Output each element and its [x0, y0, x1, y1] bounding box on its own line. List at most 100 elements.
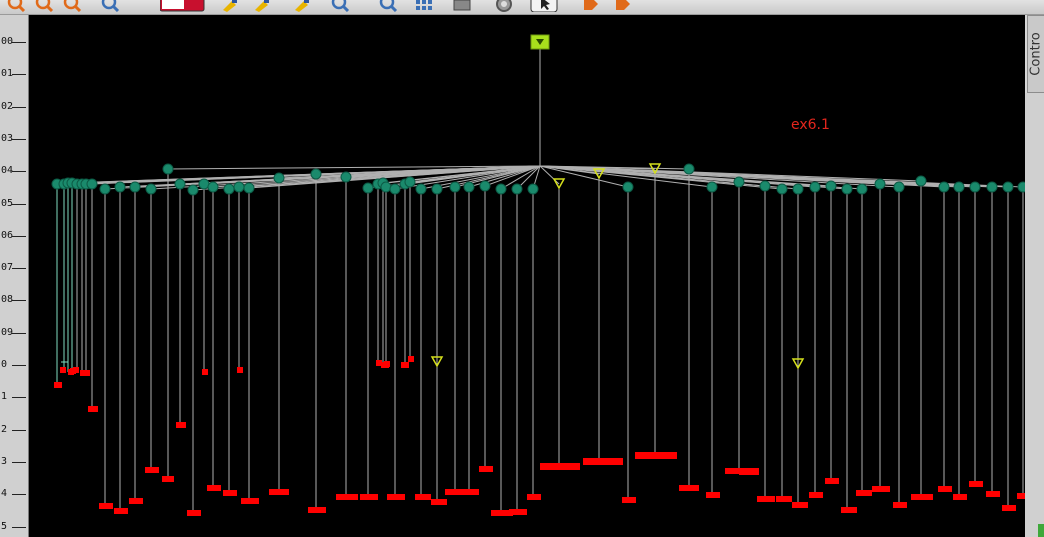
internal-node[interactable]: [511, 183, 523, 195]
internal-node[interactable]: [792, 183, 804, 195]
internal-node[interactable]: [893, 181, 905, 193]
tree-drawing[interactable]: [29, 15, 1025, 537]
internal-node[interactable]: [527, 183, 539, 195]
ruler-tick-label: 0: [1, 359, 8, 370]
leaf-label: [415, 494, 431, 500]
grid-layout-icon[interactable]: [414, 0, 434, 12]
internal-node[interactable]: [683, 163, 695, 175]
leaf-label: [825, 478, 839, 484]
internal-node[interactable]: [479, 180, 491, 192]
internal-node[interactable]: [389, 183, 401, 195]
leaf-label: [269, 489, 289, 495]
internal-node[interactable]: [380, 181, 392, 193]
internal-node[interactable]: [706, 181, 718, 193]
internal-node[interactable]: [198, 178, 210, 190]
leaf-label: [431, 499, 447, 505]
ruler-tick-label: 5: [1, 520, 8, 532]
internal-node[interactable]: [856, 183, 868, 195]
leaf-label-cluster: [540, 463, 580, 470]
internal-node[interactable]: [841, 183, 853, 195]
leaf-label: [360, 494, 378, 500]
color-scheme-icon[interactable]: [160, 0, 206, 12]
internal-node[interactable]: [733, 176, 745, 188]
print-icon[interactable]: [452, 0, 472, 12]
internal-node[interactable]: [938, 181, 950, 193]
paint-brush-icon[interactable]: [220, 0, 240, 12]
internal-node[interactable]: [449, 181, 461, 193]
internal-node[interactable]: [1017, 181, 1025, 193]
right-strip: [1025, 93, 1044, 537]
internal-node[interactable]: [187, 184, 199, 196]
internal-node[interactable]: [431, 183, 443, 195]
leaf-label: [114, 508, 128, 514]
zoom-in-icon[interactable]: [6, 0, 26, 12]
leaf-label: [384, 361, 390, 367]
leaf-label: [145, 467, 159, 473]
tree-canvas[interactable]: [29, 15, 1025, 537]
internal-node[interactable]: [1002, 181, 1014, 193]
internal-node[interactable]: [243, 182, 255, 194]
internal-node[interactable]: [759, 180, 771, 192]
resize-grip-icon[interactable]: [1038, 524, 1044, 537]
leaf-label: [60, 367, 66, 373]
leaf-label: [911, 494, 933, 500]
internal-node[interactable]: [495, 183, 507, 195]
internal-node[interactable]: [969, 181, 981, 193]
internal-node[interactable]: [174, 178, 186, 190]
internal-node[interactable]: [145, 183, 157, 195]
control-panel-tab[interactable]: Contro: [1027, 15, 1044, 93]
paint-brush-alt-icon[interactable]: [252, 0, 272, 12]
internal-node[interactable]: [310, 168, 322, 180]
zoom-region-icon[interactable]: [62, 0, 82, 12]
leaf-label-cluster: [635, 452, 677, 459]
internal-node[interactable]: [223, 183, 235, 195]
internal-node[interactable]: [463, 181, 475, 193]
pointer-icon[interactable]: [530, 0, 558, 12]
search-icon[interactable]: [378, 0, 398, 12]
magnify-icon[interactable]: [330, 0, 350, 12]
ruler-tick: [12, 268, 26, 270]
zoom-fit-icon[interactable]: [100, 0, 120, 12]
internal-node[interactable]: [99, 183, 111, 195]
leaf-label: [986, 491, 1000, 497]
leaf-label: [401, 362, 409, 368]
leaf-label: [1017, 493, 1025, 499]
leaf-label: [1002, 505, 1016, 511]
internal-node[interactable]: [415, 183, 427, 195]
internal-node[interactable]: [986, 181, 998, 193]
internal-node[interactable]: [915, 175, 927, 187]
internal-node[interactable]: [114, 181, 126, 193]
internal-node[interactable]: [273, 172, 285, 184]
depth-ruler: 00 01 02 03 04 05 06 07 08 09 0 1 2 3 4 5: [0, 15, 29, 537]
leaf-label: [54, 382, 62, 388]
internal-node[interactable]: [162, 163, 174, 175]
internal-node[interactable]: [207, 181, 219, 193]
leaf-label: [856, 490, 872, 496]
tag-remove-icon[interactable]: [612, 0, 632, 12]
internal-node[interactable]: [622, 181, 634, 193]
internal-node[interactable]: [129, 181, 141, 193]
leaf-label: [479, 466, 493, 472]
leaf-label: [459, 489, 479, 495]
internal-node[interactable]: [809, 181, 821, 193]
internal-node[interactable]: [340, 171, 352, 183]
gear-icon[interactable]: [494, 0, 514, 12]
leaf-label: [969, 481, 983, 487]
ruler-tick: [12, 138, 26, 140]
internal-node[interactable]: [953, 181, 965, 193]
internal-node[interactable]: [233, 181, 245, 193]
leaf-label: [237, 367, 243, 373]
internal-node[interactable]: [404, 176, 416, 188]
internal-node[interactable]: [86, 178, 98, 190]
internal-node[interactable]: [874, 178, 886, 190]
leaf-label: [893, 502, 907, 508]
internal-node[interactable]: [825, 180, 837, 192]
leaf-label: [129, 498, 143, 504]
leaf-label: [706, 492, 720, 498]
internal-node[interactable]: [362, 182, 374, 194]
internal-node[interactable]: [776, 183, 788, 195]
paint-brush-multi-icon[interactable]: [292, 0, 312, 12]
zoom-out-icon[interactable]: [34, 0, 54, 12]
leaf-label: [509, 509, 527, 515]
tag-icon[interactable]: [580, 0, 600, 12]
